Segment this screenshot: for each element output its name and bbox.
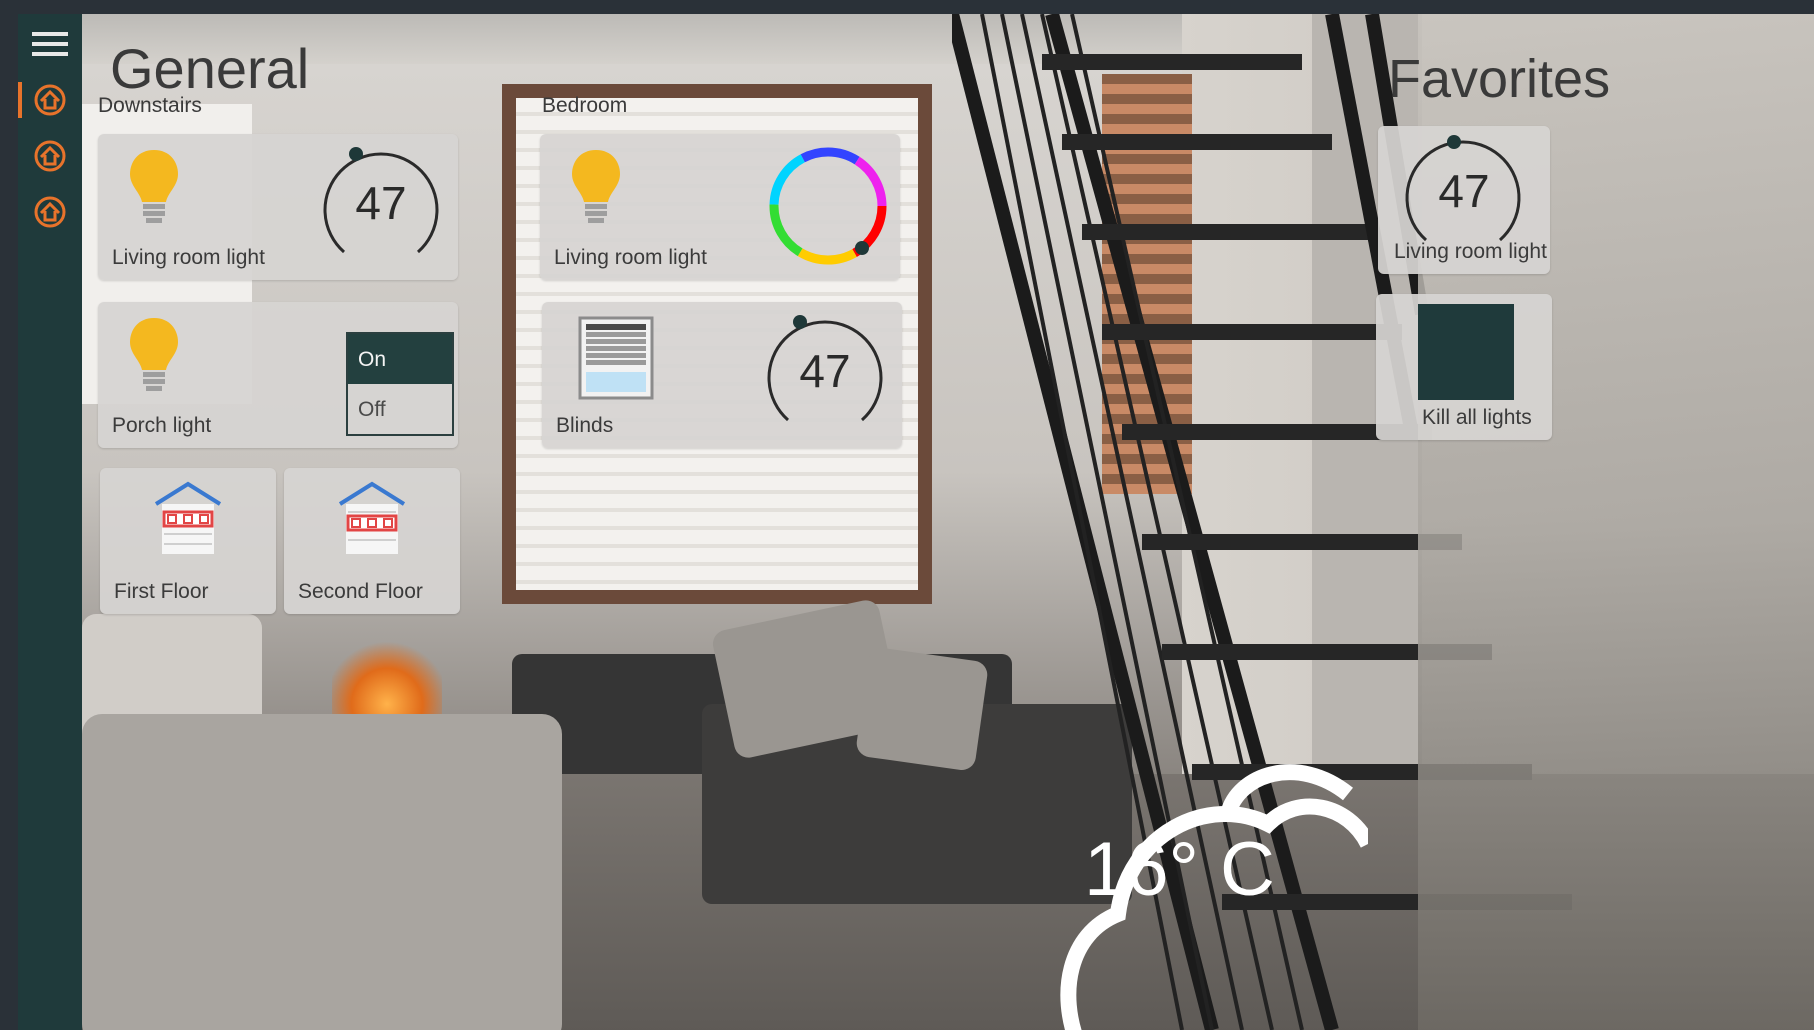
- color-wheel[interactable]: [766, 144, 890, 268]
- toggle-on-option[interactable]: On: [348, 334, 452, 384]
- tile-first-floor[interactable]: First Floor: [100, 468, 276, 614]
- tile-bedroom-living-room-light[interactable]: Living room light: [540, 134, 900, 280]
- sidebar-item-home-3[interactable]: [18, 186, 82, 238]
- bulb-icon: [130, 150, 178, 223]
- tile-label: Blinds: [556, 414, 614, 437]
- tile-blinds[interactable]: 47 Blinds: [542, 302, 902, 448]
- group-label-bedroom: Bedroom: [542, 94, 628, 117]
- favorite-kill-all-lights[interactable]: Kill all lights: [1376, 294, 1552, 440]
- house-icon: [338, 481, 406, 554]
- favorite-living-room-light[interactable]: 47 Living room light: [1378, 126, 1550, 274]
- home-icon: [34, 196, 66, 228]
- menu-icon[interactable]: [32, 32, 68, 60]
- dimmer-value: 47: [355, 177, 407, 229]
- home-icon: [34, 140, 66, 172]
- app-window: General Downstairs Bedroom 47 Living roo…: [18, 14, 1814, 1030]
- tile-label: First Floor: [114, 580, 209, 603]
- tile-label: Second Floor: [298, 580, 423, 603]
- sidebar: [18, 14, 82, 1030]
- kill-all-button[interactable]: [1418, 304, 1514, 400]
- tile-label: Living room light: [1394, 240, 1547, 263]
- blinds-value: 47: [799, 345, 851, 397]
- group-label-downstairs: Downstairs: [98, 94, 202, 117]
- toggle-off-option[interactable]: Off: [348, 384, 452, 434]
- tile-label: Living room light: [112, 246, 265, 269]
- bulb-icon: [130, 318, 178, 391]
- on-off-toggle[interactable]: On Off: [346, 332, 454, 436]
- blinds-icon: [578, 316, 654, 400]
- tile-label: Living room light: [554, 246, 707, 269]
- favorite-dimmer-value: 47: [1438, 165, 1490, 217]
- home-icon: [34, 84, 66, 116]
- sidebar-item-home-1[interactable]: [18, 74, 82, 126]
- tile-label: Porch light: [112, 414, 212, 437]
- favorites-title: Favorites: [1388, 49, 1611, 109]
- scene-armchair: [82, 714, 562, 1030]
- tile-second-floor[interactable]: Second Floor: [284, 468, 460, 614]
- tile-downstairs-living-room-light[interactable]: 47 Living room light: [98, 134, 458, 280]
- temperature-readout: 16° C: [1084, 827, 1275, 912]
- bulb-icon: [572, 150, 620, 223]
- tile-label: Kill all lights: [1422, 406, 1532, 429]
- sidebar-item-home-2[interactable]: [18, 130, 82, 182]
- house-icon: [154, 481, 222, 554]
- page-title: General: [110, 37, 310, 100]
